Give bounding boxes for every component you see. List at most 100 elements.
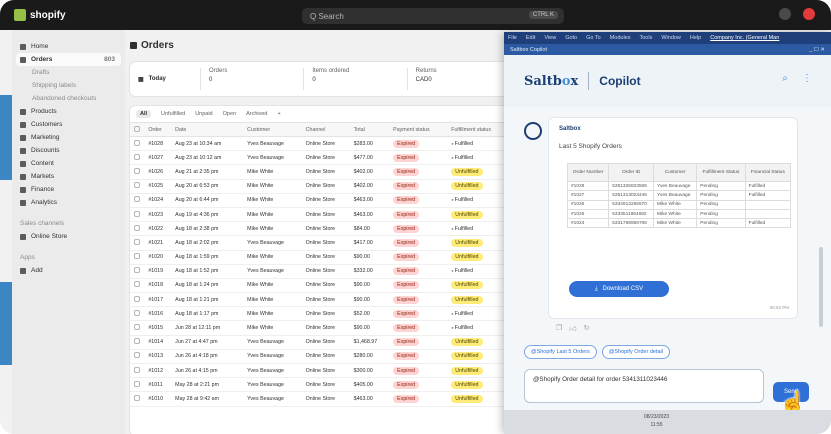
checkbox[interactable] xyxy=(134,394,140,401)
tab-archived[interactable]: Archived xyxy=(246,111,267,117)
table-row[interactable]: #1024 Aug 20 at 6:44 pm Mike White Online S… xyxy=(130,193,510,208)
row-select[interactable] xyxy=(130,193,145,208)
checkbox[interactable] xyxy=(134,309,140,316)
copy-icon[interactable]: ❐ xyxy=(556,324,562,333)
cell-text[interactable]: #1017 xyxy=(148,297,163,303)
window-controls[interactable]: _ ☐ ✕ xyxy=(809,47,825,53)
sidebar-item-online-store[interactable]: Online Store xyxy=(12,230,125,243)
cell-text[interactable]: #1014 xyxy=(148,339,163,345)
cell-text[interactable]: #1016 xyxy=(148,311,163,317)
cell-text[interactable]: #1011 xyxy=(148,382,162,388)
sidebar-item-add-app[interactable]: Add xyxy=(12,264,125,277)
sidebar-item-home[interactable]: Home xyxy=(12,40,125,53)
menu-item-goto[interactable]: Goto xyxy=(565,35,577,41)
tab-unpaid[interactable]: Unpaid xyxy=(195,111,212,117)
select-all-checkbox[interactable] xyxy=(130,122,145,137)
cell-text[interactable]: #1024 xyxy=(148,197,163,203)
chat-input[interactable]: @Shopify Order detail for order 53413110… xyxy=(524,369,764,403)
cell-text[interactable]: #1018 xyxy=(148,282,163,288)
cell-text[interactable]: #1012 xyxy=(148,368,163,374)
sidebar-item-drafts[interactable]: Drafts xyxy=(12,66,125,79)
row-select[interactable] xyxy=(130,179,145,194)
menu-item-go-to[interactable]: Go To xyxy=(586,35,601,41)
thumbs-down-icon[interactable]: ↻ xyxy=(584,324,590,333)
cell-text[interactable]: #1010 xyxy=(148,396,163,402)
row-select[interactable] xyxy=(130,377,145,393)
download-csv-button[interactable]: ⤓ Download CSV xyxy=(569,281,669,297)
menu-item-tools[interactable]: Tools xyxy=(640,35,653,41)
sidebar-item-customers[interactable]: Customers xyxy=(12,118,125,131)
row-select[interactable] xyxy=(130,363,145,379)
tab-all[interactable]: All xyxy=(136,110,152,118)
table-row[interactable]: #1023 Aug 19 at 4:36 pm Mike White Online S… xyxy=(130,207,510,223)
sidebar-item-content[interactable]: Content xyxy=(12,157,125,170)
table-row[interactable]: #1026 Aug 21 at 2:35 pm Mike White Online S… xyxy=(130,164,510,180)
row-select[interactable] xyxy=(130,250,145,265)
table-row[interactable]: #1013 Jun 26 at 4:18 pm Yves Beauvage Onlin… xyxy=(130,349,510,365)
row-select[interactable] xyxy=(130,391,145,407)
table-row[interactable]: #1010 May 28 at 9:42 am Yves Beauvage Onlin… xyxy=(130,391,510,407)
checkbox[interactable] xyxy=(134,267,140,274)
table-row[interactable]: #1017 Aug 18 at 1:21 pm Mike White Online S… xyxy=(130,292,510,308)
checkbox[interactable] xyxy=(134,352,140,359)
stat-orders[interactable]: Orders 0 xyxy=(200,68,303,90)
sidebar-item-analytics[interactable]: Analytics xyxy=(12,196,125,209)
table-row[interactable]: #1016 Aug 18 at 1:17 pm Mike White Online S… xyxy=(130,306,510,322)
menu-item-file[interactable]: File xyxy=(508,35,517,41)
row-select[interactable] xyxy=(130,235,145,251)
row-select[interactable] xyxy=(130,221,145,237)
table-row[interactable]: #1011 May 28 at 2:21 pm Yves Beauvage Onlin… xyxy=(130,377,510,393)
sidebar-item-orders[interactable]: Orders 803 xyxy=(16,53,121,66)
cell-text[interactable]: #1028 xyxy=(148,141,163,147)
suggestion-chip[interactable]: @Shopify Order detail xyxy=(601,345,670,359)
checkbox[interactable] xyxy=(134,182,140,189)
row-select[interactable] xyxy=(130,164,145,180)
menu-item-modules[interactable]: Modules xyxy=(610,35,631,41)
sidebar-item-abandoned-checkouts[interactable]: Abandoned checkouts xyxy=(12,92,125,105)
checkbox[interactable] xyxy=(134,253,140,260)
cell-text[interactable]: #1015 xyxy=(148,325,163,331)
avatar-icon[interactable] xyxy=(803,8,815,20)
table-row[interactable]: #1028 Aug 23 at 10:34 am Yves Beauvage Onli… xyxy=(130,136,510,152)
stat-returns[interactable]: Returns CAD0 xyxy=(406,68,510,90)
row-select[interactable] xyxy=(130,349,145,365)
menu-item-help[interactable]: Help xyxy=(690,35,701,41)
sidebar-item-markets[interactable]: Markets xyxy=(12,170,125,183)
row-select[interactable] xyxy=(130,136,145,152)
checkbox[interactable] xyxy=(134,281,140,288)
suggestion-chip[interactable]: @Shopify Last 5 Orders xyxy=(524,345,597,359)
row-select[interactable] xyxy=(130,207,145,223)
checkbox[interactable] xyxy=(134,324,140,331)
table-row[interactable]: #1019 Aug 18 at 1:52 pm Yves Beauvage Onlin… xyxy=(130,264,510,279)
tab-add[interactable]: + xyxy=(278,111,281,117)
search-icon[interactable]: ⌕ xyxy=(779,73,791,85)
row-select[interactable] xyxy=(130,278,145,294)
table-row[interactable]: #1015 Jun 28 at 12:11 pm Mike White Online … xyxy=(130,320,510,336)
tab-unfulfilled[interactable]: Unfulfilled xyxy=(161,111,185,117)
checkbox[interactable] xyxy=(134,366,140,373)
table-row[interactable]: #1025 Aug 20 at 6:53 pm Mike White Online S… xyxy=(130,179,510,194)
checkbox[interactable] xyxy=(134,210,140,217)
row-select[interactable] xyxy=(130,306,145,322)
table-row[interactable]: #1027 Aug 23 at 10:12 am Yves Beauvage Onli… xyxy=(130,150,510,166)
table-row[interactable]: #1022 Aug 18 at 2:38 pm Mike White Online S… xyxy=(130,221,510,237)
cell-text[interactable]: #1026 xyxy=(148,169,163,175)
cell-text[interactable]: #1020 xyxy=(148,254,163,260)
checkbox[interactable] xyxy=(134,139,140,146)
table-row[interactable]: #1021 Aug 18 at 2:02 pm Yves Beauvage Onlin… xyxy=(130,235,510,251)
checkbox[interactable] xyxy=(134,380,140,387)
shopify-logo[interactable]: shopify xyxy=(14,9,66,21)
menu-item-edit[interactable]: Edit xyxy=(526,35,535,41)
cell-text[interactable]: #1025 xyxy=(148,183,163,189)
checkbox[interactable] xyxy=(134,338,140,345)
checkbox[interactable] xyxy=(134,295,140,302)
sidebar-item-discounts[interactable]: Discounts xyxy=(12,144,125,157)
menu-item-window[interactable]: Window xyxy=(661,35,681,41)
menu-item-view[interactable]: View xyxy=(544,35,556,41)
sidebar-item-finance[interactable]: Finance xyxy=(12,183,125,196)
chat-scrollbar[interactable] xyxy=(819,247,823,327)
row-select[interactable] xyxy=(130,320,145,336)
table-row[interactable]: #1012 Jun 26 at 4:15 pm Yves Beauvage Onlin… xyxy=(130,363,510,379)
checkbox[interactable] xyxy=(134,196,140,203)
thumbs-up-icon[interactable]: 👍︎ xyxy=(569,324,576,333)
